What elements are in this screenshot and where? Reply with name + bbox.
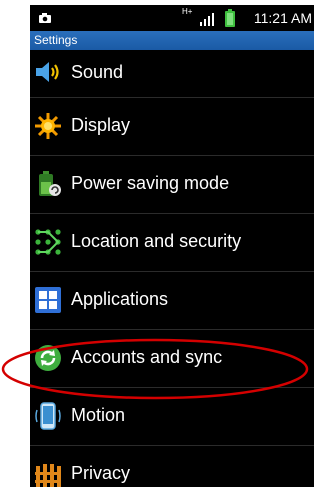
phone-screen: H+ 11:21 AM Settings Sound Display Power… — [30, 5, 314, 487]
battery-icon — [225, 9, 235, 27]
page-title: Settings — [34, 33, 78, 47]
settings-item-label: Privacy — [71, 463, 131, 483]
settings-item-location-security[interactable]: Location and security — [30, 214, 314, 272]
settings-item-power-saving[interactable]: Power saving mode — [30, 156, 314, 214]
status-bar: H+ 11:21 AM — [30, 5, 314, 31]
battery-recycle-icon — [39, 171, 61, 196]
settings-item-label: Applications — [71, 289, 169, 309]
settings-item-privacy[interactable]: Privacy — [30, 446, 314, 487]
settings-item-applications[interactable]: Applications — [30, 272, 314, 330]
settings-item-label: Location and security — [71, 231, 242, 251]
settings-item-motion[interactable]: Motion — [30, 388, 314, 446]
privacy-fence-icon — [35, 464, 61, 487]
settings-item-label: Motion — [71, 405, 126, 425]
display-icon — [35, 113, 61, 139]
hplus-icon: H+ — [182, 7, 193, 16]
applications-icon — [35, 287, 61, 313]
signal-icon — [200, 13, 214, 26]
settings-item-label: Accounts and sync — [71, 347, 223, 367]
settings-item-label: Sound — [71, 62, 124, 82]
settings-title-bar: Settings — [30, 31, 314, 50]
settings-item-accounts-sync[interactable]: Accounts and sync — [30, 330, 314, 388]
sync-icon — [35, 345, 61, 371]
settings-list: Sound Display Power saving mode Location… — [30, 50, 314, 487]
settings-item-label: Display — [71, 115, 131, 135]
settings-item-display[interactable]: Display — [30, 98, 314, 156]
camera-icon — [39, 13, 51, 23]
location-grid-icon — [35, 229, 61, 255]
status-time: 11:21 AM — [253, 10, 312, 26]
settings-item-sound[interactable]: Sound — [30, 50, 314, 98]
phone-motion-icon — [35, 402, 61, 430]
settings-item-label: Power saving mode — [71, 173, 230, 193]
speaker-icon — [36, 62, 59, 82]
